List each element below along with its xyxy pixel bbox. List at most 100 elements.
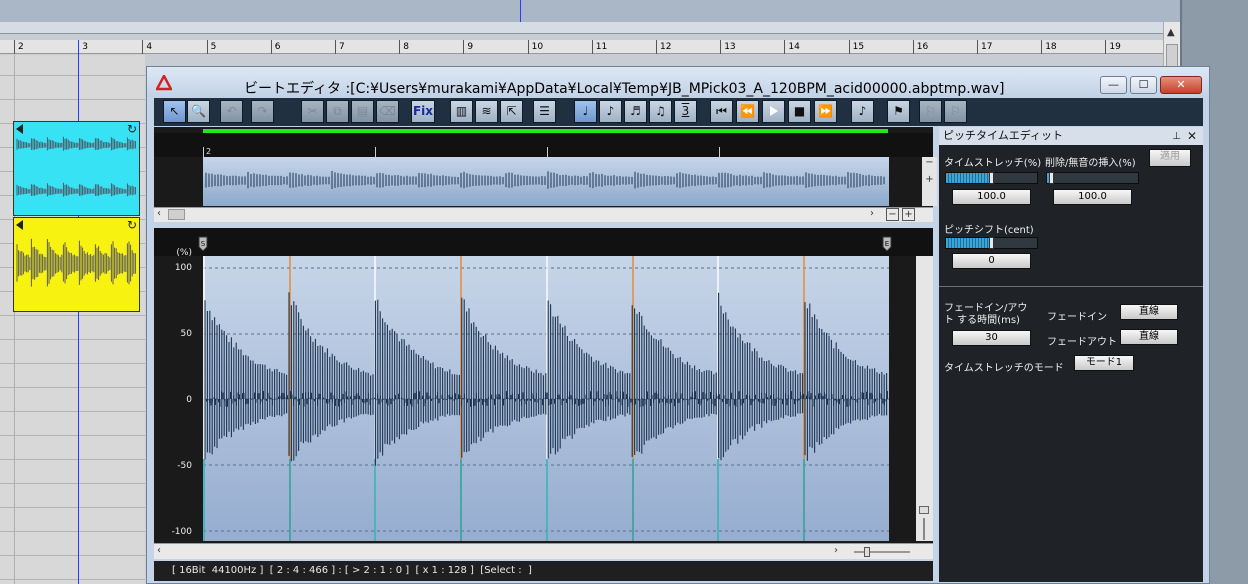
undo-button[interactable]: ↶ (220, 100, 243, 123)
eraser-button[interactable]: ⌫ (376, 100, 399, 123)
fix-button[interactable]: Fix (411, 100, 435, 123)
stretch-mode-button[interactable]: モード1 (1074, 355, 1134, 371)
ruler-mark: 6 (270, 40, 281, 54)
time-stretch-value[interactable]: 100.0 (952, 189, 1031, 205)
redo-button[interactable]: ↷ (251, 100, 274, 123)
triplet-button[interactable]: 3 (674, 100, 697, 123)
fade-out-curve-button[interactable]: 直線 (1120, 329, 1178, 345)
cursor-tool-button[interactable]: ↖ (163, 100, 186, 123)
overview-waveform-panel[interactable]: 2 − + ‹ › − + (154, 127, 937, 222)
horizontal-zoom-thumb[interactable] (864, 547, 870, 557)
scroll-up-icon[interactable]: ▲ (1167, 27, 1175, 38)
fade-time-label: フェードイン/アウト する時間(ms) (944, 303, 1028, 326)
copy-button[interactable]: ⧉ (326, 100, 349, 123)
overview-waveform[interactable] (203, 157, 889, 206)
ruler-mark: 11 (591, 40, 607, 54)
panel-close-button[interactable]: ✕ (1187, 127, 1197, 145)
end-marker-icon[interactable]: E (882, 236, 892, 252)
ruler-mark: 5 (206, 40, 216, 54)
paste-button[interactable]: ▤ (351, 100, 374, 123)
metronome-button[interactable]: ♪ (851, 100, 874, 123)
panel-title: ピッチタイムエディット ⊥ ✕ (939, 127, 1203, 145)
stretch-mode-label: タイムストレッチのモード (944, 363, 1064, 374)
apply-button[interactable]: 適用 (1149, 149, 1191, 167)
ruler-mark: 18 (1041, 40, 1057, 54)
eighth-note-button[interactable]: ♪ (599, 100, 622, 123)
host-toolbar-area (0, 0, 1180, 34)
delete-insert-value[interactable]: 100.0 (1053, 189, 1132, 205)
fade-in-label: フェードイン (1047, 312, 1107, 323)
view-bar-button[interactable]: ▥ (450, 100, 473, 123)
overview-tick (375, 147, 376, 157)
zoom-in-button[interactable]: + (902, 208, 915, 221)
y-axis-unit: (%) (176, 248, 192, 258)
delete-insert-knob[interactable] (1048, 172, 1054, 184)
overview-scroll-thumb[interactable] (168, 209, 185, 220)
marker-button[interactable]: ☰ (533, 100, 556, 123)
pitch-shift-knob[interactable] (988, 237, 994, 249)
go-to-start-button[interactable]: ⏮ (710, 100, 733, 123)
cut-button[interactable]: ✂ (301, 100, 324, 123)
ruler-mark: 13 (720, 40, 736, 54)
overview-position-label: 2 (206, 147, 212, 156)
delete-insert-label: 削除/無音の挿入(%) (1045, 158, 1136, 169)
cursor-time-button[interactable]: ⇱ (500, 100, 523, 123)
ruler-mark: 17 (977, 40, 992, 54)
grid-line (0, 411, 145, 412)
flag-button[interactable]: ⚑ (887, 100, 910, 123)
zoom-tool-button[interactable]: 🔍 (187, 100, 210, 123)
minimize-button[interactable]: — (1100, 76, 1127, 94)
clip-waveform (16, 238, 136, 287)
host-timeline-ruler[interactable]: 2 3 4 5 6 7 8 9 10 11 12 13 14 15 16 17 18 19 (0, 40, 1163, 54)
start-marker-icon[interactable]: S (198, 236, 208, 252)
thirtysecond-note-button[interactable]: ♫ (649, 100, 672, 123)
overview-zoom-in-button[interactable]: + (922, 174, 937, 188)
scroll-right-icon[interactable]: › (834, 545, 838, 556)
time-stretch-slider[interactable] (945, 172, 1038, 184)
scroll-left-icon[interactable]: ‹ (157, 545, 161, 556)
main-waveform-panel[interactable]: S E (%) 100 50 0 -50 -100 ‹ › (154, 228, 933, 559)
maximize-button[interactable]: ☐ (1130, 76, 1157, 94)
vertical-zoom-thumb[interactable] (919, 506, 929, 514)
fade-time-value[interactable]: 30 (952, 330, 1031, 346)
pin-icon[interactable]: ⊥ (1172, 128, 1181, 146)
fast-forward-button[interactable]: ⏩ (814, 100, 837, 123)
play-button[interactable] (762, 100, 785, 123)
clip-waveform-path (16, 238, 136, 287)
fade-in-curve-button[interactable]: 直線 (1120, 304, 1178, 320)
rewind-button[interactable]: ⏪ (736, 100, 759, 123)
overview-horizontal-scrollbar[interactable]: ‹ › − + (154, 207, 933, 222)
waveform-canvas[interactable] (203, 256, 889, 541)
overview-ruler[interactable]: 2 (154, 133, 933, 157)
clip-waveform-path (16, 136, 136, 197)
delete-insert-slider[interactable] (1046, 172, 1139, 184)
zoom-out-button[interactable]: − (886, 208, 899, 221)
grid-line (0, 459, 145, 460)
grid-line (0, 387, 145, 388)
flag-next-button[interactable]: ⚐ (944, 100, 967, 123)
pitch-shift-value[interactable]: 0 (952, 253, 1031, 269)
grid-line (0, 315, 145, 316)
close-button[interactable]: ✕ (1160, 76, 1202, 94)
view-wave-button[interactable]: ≋ (475, 100, 498, 123)
audio-clip-yellow[interactable]: ↻ (13, 217, 140, 312)
quarter-note-button[interactable]: ♩ (574, 100, 597, 123)
waveform-horizontal-scrollbar[interactable]: ‹ › (154, 543, 933, 559)
overview-zoom-controls[interactable]: − + (922, 157, 937, 206)
y-tick-label: 50 (180, 329, 192, 339)
waveform-vertical-zoom[interactable] (916, 256, 933, 541)
stop-button[interactable]: ■ (788, 100, 811, 123)
overview-zoom-out-button[interactable]: − (922, 157, 937, 171)
marker-lane[interactable]: S E (154, 228, 933, 256)
audio-clip-cyan[interactable]: ↻ (13, 121, 140, 216)
flag-prev-button[interactable]: ⚐ (919, 100, 942, 123)
pitch-shift-slider[interactable] (945, 237, 1038, 249)
scroll-left-icon[interactable]: ‹ (157, 208, 161, 219)
y-tick-label: -100 (171, 527, 192, 537)
scroll-right-icon[interactable]: › (870, 208, 874, 219)
time-stretch-knob[interactable] (988, 172, 994, 184)
sixteenth-note-button[interactable]: ♬ (624, 100, 647, 123)
ruler-mark: 7 (335, 40, 345, 54)
title-bar[interactable]: ビートエディタ :[C:¥Users¥murakami¥AppData¥Loca… (147, 67, 1209, 97)
overview-tick (719, 147, 720, 157)
